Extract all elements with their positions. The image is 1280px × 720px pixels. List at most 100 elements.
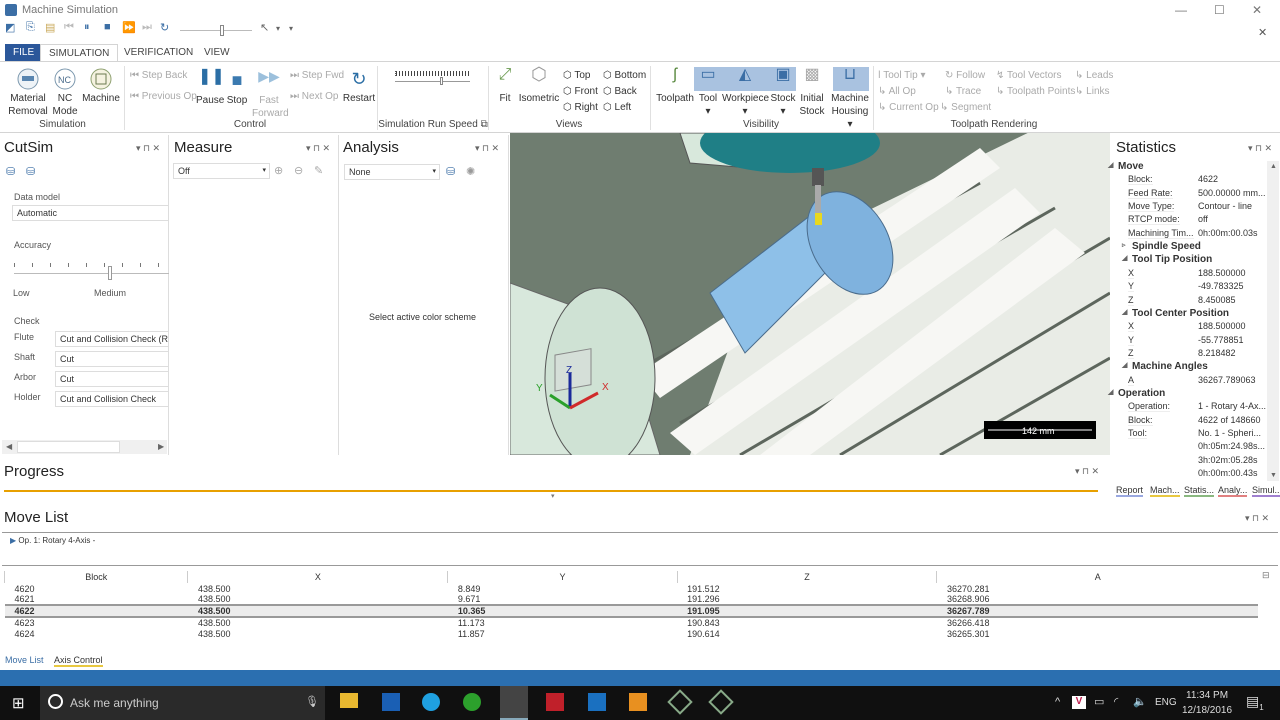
skype-icon[interactable] (422, 693, 440, 711)
stat-tab[interactable]: Report (1116, 485, 1144, 497)
horizontal-scrollbar[interactable]: ◀ ▶ (2, 440, 167, 454)
view-left-button[interactable]: ⬡ Left (603, 101, 631, 114)
search-box[interactable]: Ask me anything 🎙 (40, 686, 325, 720)
color-scheme-select[interactable]: None ▾ (344, 164, 440, 180)
file-explorer-icon[interactable] (340, 693, 358, 708)
app-icon[interactable] (667, 689, 693, 715)
step-fwd-button[interactable]: ⏭ Step Fwd (290, 69, 344, 82)
stat-tab[interactable]: Analy... (1218, 485, 1248, 497)
solidworks-icon[interactable] (546, 693, 564, 711)
measure-clear-icon[interactable]: ✎ (314, 164, 323, 177)
tray-v-icon[interactable]: V (1072, 696, 1086, 709)
data-model-select[interactable]: Automatic (12, 205, 169, 221)
next-op-button[interactable]: ⏭ Next Op (290, 90, 338, 103)
tray-chevron-icon[interactable]: ^ (1055, 696, 1060, 708)
pointer-icon[interactable]: ↖ (260, 21, 269, 34)
close-button[interactable]: ✕ (1252, 3, 1262, 17)
wifi-icon[interactable]: ◜ (1114, 695, 1118, 708)
apply-settings-icon[interactable]: ⛁ (26, 165, 35, 178)
measure-mode-select[interactable]: Off ▾ (173, 163, 270, 179)
expander-icon[interactable]: ▹ (1122, 241, 1126, 249)
initial-stock-toggle[interactable]: ▩ Initial Stock (797, 67, 827, 118)
tab-view[interactable]: VIEW (196, 44, 238, 61)
column-header[interactable]: Block (3, 571, 188, 583)
all-op-button[interactable]: ↳ All Op (878, 85, 916, 98)
step-icon[interactable]: ⏩ (122, 21, 136, 34)
follow-button[interactable]: ↻ Follow (945, 69, 985, 82)
arbor-select[interactable]: Cut (55, 371, 169, 387)
save-icon[interactable]: ⎘ (26, 21, 35, 34)
pause-button[interactable]: ❚❚ Pause (196, 69, 225, 107)
statistics-scrollbar[interactable]: ▲ ▼ (1267, 161, 1279, 481)
move-list-scrollbar[interactable]: ⊟ (1262, 570, 1274, 658)
view-top-button[interactable]: ⬡ Top (563, 69, 590, 82)
speed-slider[interactable] (180, 30, 252, 31)
pane-menu-icon[interactable]: ▾ ⊓ ✕ (136, 143, 160, 154)
notifications-icon[interactable]: ▤1 (1246, 693, 1264, 712)
statistics-section[interactable]: Machine Angles ◢ (1118, 361, 1268, 374)
pane-menu-icon[interactable]: ▾ ⊓ ✕ (1245, 513, 1269, 524)
restart-button[interactable]: ↻ Restart (342, 68, 376, 105)
measure-remove-icon[interactable]: ⊖ (294, 164, 303, 177)
expander-icon[interactable]: ◢ (1122, 254, 1127, 262)
current-op-button[interactable]: ↳ Current Op (878, 101, 939, 114)
machine-button[interactable]: Machine (82, 68, 120, 105)
save-settings-icon[interactable]: ⛁ (6, 165, 15, 178)
isometric-button[interactable]: ⬡ Isometric (518, 65, 560, 105)
trace-button[interactable]: ↳ Trace (945, 85, 981, 98)
material-removal-button[interactable]: Material Removal (6, 68, 50, 118)
machine-scene[interactable]: Z Y X 142 mm (510, 133, 1110, 455)
clock-date[interactable]: 12/18/2016 (1182, 705, 1232, 716)
accuracy-slider[interactable] (14, 273, 169, 274)
pane-menu-icon[interactable]: ▾ ⊓ ✕ (1248, 143, 1272, 154)
pane-menu-icon[interactable]: ▾ ⊓ ✕ (475, 143, 499, 154)
view-bottom-button[interactable]: ⬡ Bottom (603, 69, 646, 82)
maximize-button[interactable]: ☐ (1214, 3, 1225, 17)
microphone-icon[interactable]: 🎙 (305, 695, 319, 708)
leads-button[interactable]: ↳ Leads (1075, 69, 1113, 82)
apply-scheme-icon[interactable]: ⛁ (446, 165, 455, 178)
flute-select[interactable]: Cut and Collision Check (Ra (55, 331, 169, 347)
column-header[interactable]: Y (447, 571, 678, 583)
pane-menu-icon[interactable]: ▾ ⊓ ✕ (306, 143, 330, 154)
fit-button[interactable]: ⤢ Fit (494, 67, 516, 105)
previous-op-button[interactable]: ⏮ Previous Op (130, 90, 197, 103)
simulation-viewport[interactable]: Z Y X 142 mm (510, 133, 1110, 455)
operation-node[interactable]: ▶ Op. 1: Rotary 4-Axis - (10, 536, 95, 545)
table-row[interactable]: 4620 438.500 8.849 191.512 36270.281 (5, 583, 1259, 594)
column-header[interactable]: A (936, 571, 1258, 583)
active-app-icon[interactable] (500, 686, 528, 720)
statistics-section[interactable]: Move ◢ (1108, 161, 1268, 174)
settings-icon[interactable]: ✺ (466, 165, 475, 178)
tool-vectors-button[interactable]: ↯ Tool Vectors (996, 69, 1061, 82)
dropdown-icon[interactable]: ▾ (276, 24, 280, 33)
clock-time[interactable]: 11:34 PM (1186, 690, 1228, 701)
fast-forward-button[interactable]: ▶▶ Fast Forward (252, 69, 289, 120)
tool-tip-button[interactable]: ǀ Tool Tip ▾ (878, 69, 925, 82)
customize-icon[interactable]: ▾ (289, 24, 293, 33)
segment-button[interactable]: ↳ Segment (940, 101, 991, 114)
outlook-icon[interactable] (382, 693, 400, 711)
end-icon[interactable]: ⏭ (142, 21, 152, 34)
battery-icon[interactable]: ▭ (1094, 695, 1104, 708)
nc-mode-button[interactable]: NC NC Mode (50, 68, 80, 118)
table-row[interactable]: 4621 438.500 9.671 191.296 36268.906 (5, 594, 1259, 605)
volume-muted-icon[interactable]: 🔈 (1133, 695, 1147, 708)
measure-add-icon[interactable]: ⊕ (274, 164, 283, 177)
run-speed-slider[interactable] (395, 81, 470, 82)
expander-icon[interactable]: ◢ (1122, 308, 1127, 316)
stat-tab[interactable]: Simul... (1252, 485, 1280, 497)
pause-icon[interactable]: ⏸ (84, 21, 90, 34)
expander-icon[interactable]: ◢ (1108, 388, 1113, 396)
links-button[interactable]: ↳ Links (1075, 85, 1110, 98)
stat-tab[interactable]: Mach... (1150, 485, 1180, 497)
column-header[interactable]: Z (676, 571, 937, 583)
tab-file[interactable]: FILE (5, 44, 43, 61)
statistics-section[interactable]: Operation ◢ (1108, 388, 1268, 401)
view-back-button[interactable]: ⬡ Back (603, 85, 637, 98)
table-row[interactable]: 4624 438.500 11.857 190.614 36265.301 (5, 628, 1259, 639)
accuracy-thumb[interactable] (108, 266, 112, 280)
minimize-button[interactable]: — (1175, 3, 1187, 17)
column-header[interactable]: X (187, 571, 448, 583)
stat-tab[interactable]: Statis... (1184, 485, 1215, 497)
